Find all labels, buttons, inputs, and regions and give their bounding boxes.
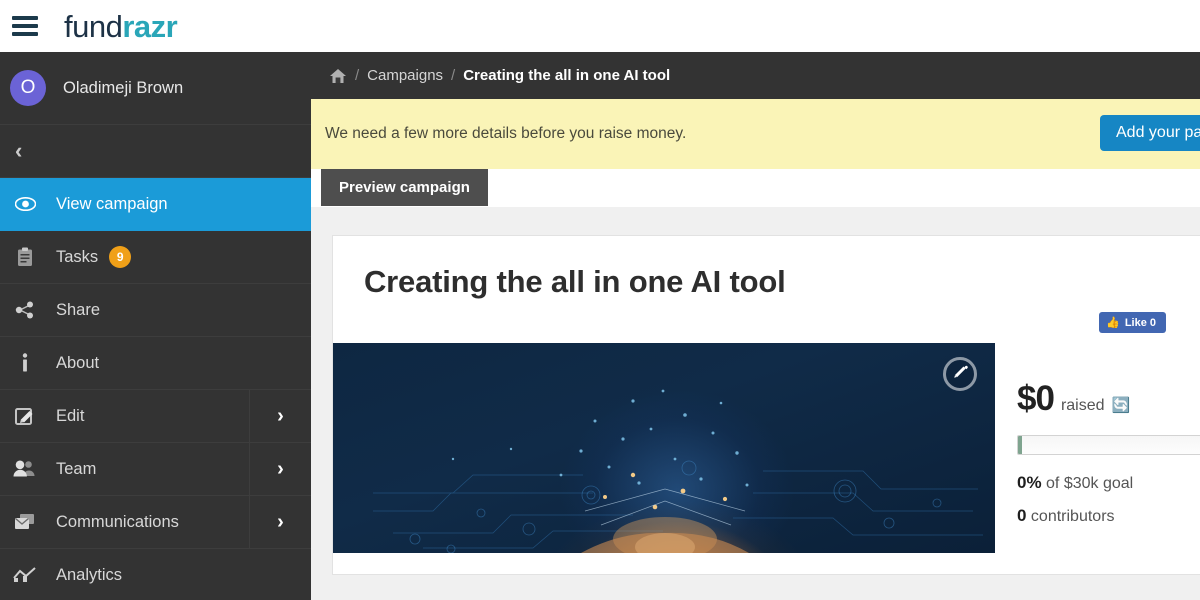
eye-icon xyxy=(10,192,40,216)
breadcrumb-separator: / xyxy=(451,67,456,84)
brand-logo-part1: fund xyxy=(64,8,123,44)
hamburger-line xyxy=(12,32,38,36)
sidebar-collapse-button[interactable]: ‹ xyxy=(0,125,311,178)
contributors-label: contributors xyxy=(1030,508,1115,525)
breadcrumb: / Campaigns / Creating the all in one AI… xyxy=(311,52,1200,99)
tab-strip: Preview campaign xyxy=(311,169,1200,207)
hamburger-line xyxy=(12,24,38,28)
contributors-row: 0 contributors xyxy=(1017,506,1200,526)
main-content: / Campaigns / Creating the all in one AI… xyxy=(311,52,1200,600)
sidebar-item-label: Edit xyxy=(56,406,85,425)
chevron-right-icon[interactable]: › xyxy=(249,443,311,495)
social-row: 👍 Like 0 xyxy=(333,300,1200,343)
sidebar-item-label: About xyxy=(56,353,100,372)
pencil-icon xyxy=(952,363,969,385)
share-icon xyxy=(10,298,40,322)
line-chart-icon xyxy=(10,563,40,587)
add-payment-button[interactable]: Add your pa xyxy=(1100,115,1200,151)
edit-hero-button[interactable] xyxy=(943,357,977,391)
info-icon xyxy=(10,351,40,375)
raised-amount: $0 xyxy=(1017,379,1055,418)
user-name: Oladimeji Brown xyxy=(63,78,184,97)
sidebar-item-edit[interactable]: Edit › xyxy=(0,390,311,443)
sidebar-item-label: Team xyxy=(56,459,97,478)
progress-bar-fill xyxy=(1018,436,1022,454)
goal-percent: 0% xyxy=(1017,473,1042,492)
users-icon xyxy=(10,457,40,481)
hero-graphic xyxy=(373,389,983,553)
sidebar-item-about[interactable]: About xyxy=(0,337,311,390)
brand-logo[interactable]: fundrazr xyxy=(64,8,178,44)
raised-row: $0 raised 🔄 xyxy=(1017,379,1200,419)
hamburger-line xyxy=(12,16,38,20)
campaign-card: Creating the all in one AI tool 👍 Like 0 xyxy=(332,235,1200,575)
breadcrumb-campaigns-link[interactable]: Campaigns xyxy=(367,67,443,84)
tab-preview-campaign[interactable]: Preview campaign xyxy=(321,169,488,206)
sidebar-user-row[interactable]: O Oladimeji Brown xyxy=(0,52,311,125)
sidebar: O Oladimeji Brown ‹ View campaign Tasks … xyxy=(0,52,311,600)
page-title: Creating the all in one AI tool xyxy=(364,264,786,299)
refresh-icon[interactable]: 🔄 xyxy=(1112,396,1131,414)
sidebar-item-analytics[interactable]: Analytics xyxy=(0,549,311,600)
content-area: Creating the all in one AI tool 👍 Like 0 xyxy=(311,207,1200,600)
progress-bar xyxy=(1017,435,1200,455)
mail-stack-icon xyxy=(10,510,40,534)
goal-text: of $30k goal xyxy=(1046,475,1134,492)
alert-banner: We need a few more details before you ra… xyxy=(311,99,1200,169)
sidebar-item-label: Communications xyxy=(56,512,179,531)
facebook-like-button[interactable]: 👍 Like 0 xyxy=(1099,312,1166,333)
sidebar-item-label: Analytics xyxy=(56,565,123,584)
clipboard-icon xyxy=(10,245,40,269)
sidebar-item-view-campaign[interactable]: View campaign xyxy=(0,178,311,231)
status-badge: 9 xyxy=(109,246,132,268)
raised-label: raised xyxy=(1060,397,1105,414)
home-icon[interactable] xyxy=(329,68,347,84)
brand-logo-part2: razr xyxy=(122,8,178,44)
breadcrumb-current: Creating the all in one AI tool xyxy=(463,67,671,84)
top-bar: fundrazr xyxy=(0,0,1200,52)
hero-image xyxy=(333,343,995,553)
breadcrumb-separator: / xyxy=(355,67,360,84)
sidebar-item-team[interactable]: Team › xyxy=(0,443,311,496)
sidebar-item-label: Share xyxy=(56,300,101,319)
chevron-right-icon[interactable]: › xyxy=(249,390,311,442)
chevron-right-icon[interactable]: › xyxy=(249,496,311,548)
campaign-body: $0 raised 🔄 0% of $30k goal 0 contributo… xyxy=(333,343,1200,553)
sidebar-item-share[interactable]: Share xyxy=(0,284,311,337)
contributors-count: 0 xyxy=(1017,506,1027,525)
sidebar-item-label: View campaign xyxy=(56,194,168,213)
alert-message: We need a few more details before you ra… xyxy=(325,125,687,142)
donation-stats: $0 raised 🔄 0% of $30k goal 0 contributo… xyxy=(995,343,1200,553)
goal-row: 0% of $30k goal xyxy=(1017,473,1200,493)
facebook-like-label: Like 0 xyxy=(1124,316,1156,329)
sidebar-item-label: Tasks xyxy=(56,247,99,266)
chevron-left-icon: ‹ xyxy=(15,138,23,163)
thumbs-up-icon: 👍 xyxy=(1106,317,1120,329)
hamburger-icon[interactable] xyxy=(12,16,38,36)
avatar: O xyxy=(10,70,46,106)
sidebar-item-communications[interactable]: Communications › xyxy=(0,496,311,549)
sidebar-item-tasks[interactable]: Tasks 9 xyxy=(0,231,311,284)
pencil-square-icon xyxy=(10,404,40,428)
